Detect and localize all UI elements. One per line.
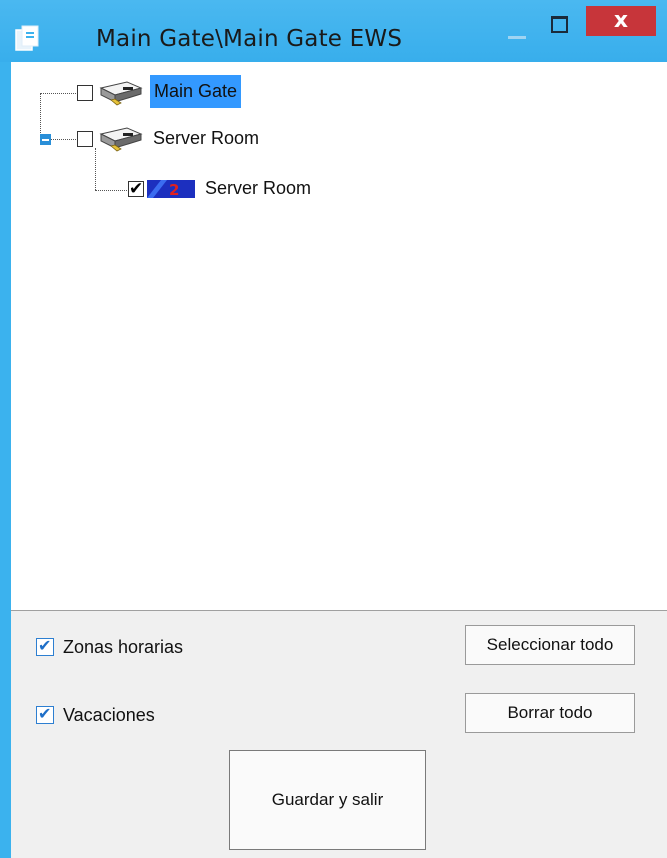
svg-text:2: 2 [169,181,179,198]
reader-icon: 2 [147,180,195,198]
select-all-label: Seleccionar todo [486,635,614,654]
holidays-label[interactable]: Vacaciones [63,705,155,726]
device-tree[interactable]: Main Gate Server Room 2 Server Room [11,62,667,610]
door-controller-icon [99,127,143,152]
tree-node-label: Main Gate [150,75,242,108]
minimize-icon [508,36,526,39]
save-and-exit-button[interactable]: Guardar y salir [229,750,426,850]
title-bar[interactable]: Main Gate\Main Gate EWS x [0,0,667,62]
window-title: Main Gate\Main Gate EWS [96,26,403,52]
tree-node-label: Server Room [153,128,260,148]
tree-node-main-gate[interactable]: Main Gate [11,74,311,110]
app-icon [15,25,39,51]
clear-all-label: Borrar todo [507,703,593,722]
dialog-window: Main Gate\Main Gate EWS x Main Gate Serv… [0,0,667,858]
minimize-button[interactable] [500,12,532,44]
options-panel: Zonas horarias Vacaciones Seleccionar to… [11,611,667,858]
time-zones-label[interactable]: Zonas horarias [63,637,183,658]
clear-all-button[interactable]: Borrar todo [465,693,635,733]
maximize-icon [551,16,568,33]
door-controller-icon [99,81,143,106]
time-zones-checkbox[interactable] [36,636,54,656]
tree-node-server-room[interactable]: Server Room [11,120,311,156]
tree-node-checkbox[interactable] [128,179,144,199]
maximize-button[interactable] [548,14,574,40]
tree-node-server-room-reader[interactable]: 2 Server Room [11,170,351,206]
tree-node-label: Server Room [205,178,312,198]
save-and-exit-label: Guardar y salir [271,790,384,809]
holidays-checkbox[interactable] [36,704,54,724]
tree-node-checkbox[interactable] [77,131,93,147]
close-button[interactable]: x [586,6,656,36]
close-icon: x [613,8,629,33]
tree-node-checkbox[interactable] [77,85,93,101]
select-all-button[interactable]: Seleccionar todo [465,625,635,665]
